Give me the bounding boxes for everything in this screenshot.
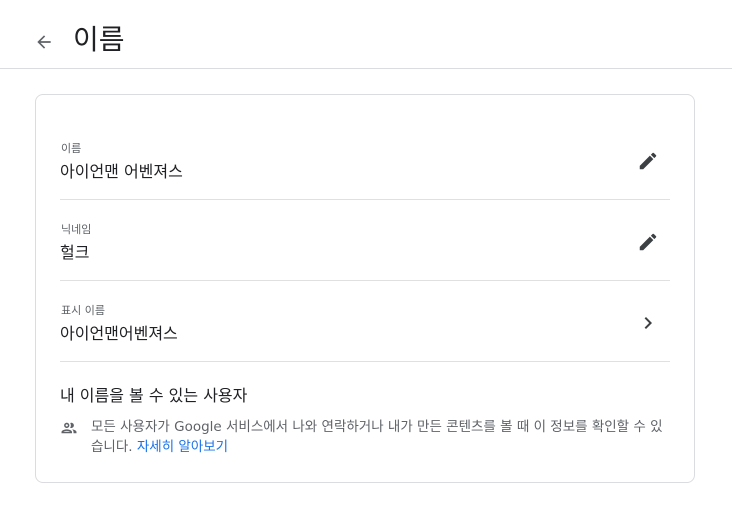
- display-name-value: 아이언맨어벤져스: [60, 324, 178, 343]
- edit-nickname-button[interactable]: [636, 230, 660, 254]
- learn-more-link[interactable]: 자세히 알아보기: [137, 439, 228, 455]
- divider: [60, 361, 670, 362]
- visibility-description: 모든 사용자가 Google 서비스에서 나와 연락하거나 내가 만든 콘텐츠를…: [91, 417, 671, 457]
- chevron-right-icon: [644, 317, 652, 329]
- back-button[interactable]: [28, 26, 60, 58]
- nickname-value: 헐크: [60, 243, 90, 262]
- name-settings-card: 이름 아이언맨 어벤져스 닉네임 헐크 표시 이름 아이언맨어벤져스 내 이름을…: [35, 94, 695, 483]
- nickname-label: 닉네임: [61, 223, 92, 236]
- open-display-name-button[interactable]: [636, 311, 660, 335]
- arrow-left-icon: [37, 35, 51, 49]
- pencil-icon: [639, 152, 657, 170]
- name-value: 아이언맨 어벤져스: [60, 162, 183, 181]
- people-icon: [61, 422, 77, 434]
- display-name-row[interactable]: 표시 이름 아이언맨어벤져스: [60, 281, 670, 362]
- nickname-row[interactable]: 닉네임 헐크: [60, 200, 670, 281]
- visibility-title: 내 이름을 볼 수 있는 사용자: [60, 386, 248, 405]
- edit-name-button[interactable]: [636, 149, 660, 173]
- name-row[interactable]: 이름 아이언맨 어벤져스: [60, 119, 670, 200]
- display-name-label: 표시 이름: [61, 304, 105, 317]
- name-label: 이름: [61, 142, 82, 155]
- pencil-icon: [639, 233, 657, 251]
- page-title: 이름: [73, 23, 125, 56]
- page-header: 이름: [0, 0, 732, 69]
